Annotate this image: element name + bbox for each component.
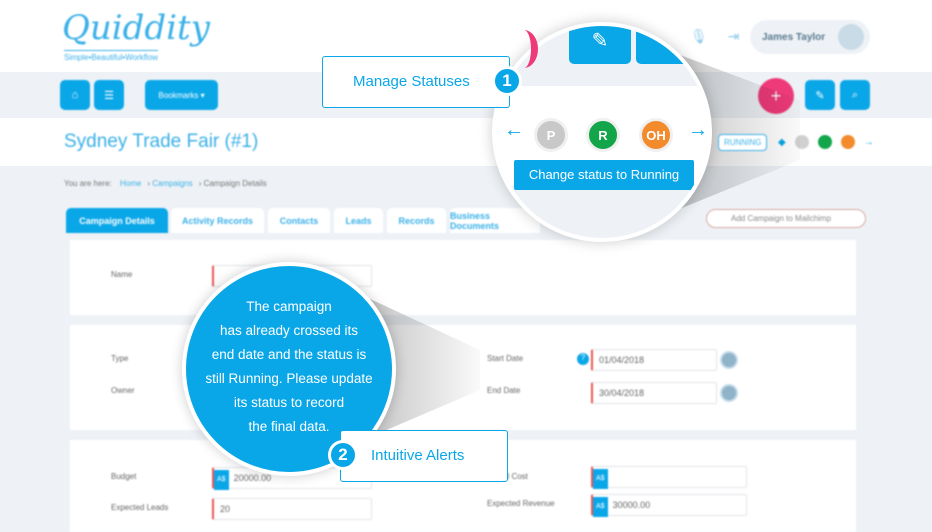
- alert-line: end date and the status is: [211, 347, 367, 362]
- callout-intuitive-alerts: Intuitive Alerts: [340, 430, 508, 482]
- search-button-zoomed[interactable]: [636, 26, 698, 64]
- status-badge: RUNNING: [718, 134, 768, 151]
- callout-manage-statuses: Manage Statuses: [322, 56, 510, 108]
- status-oh[interactable]: OH: [639, 118, 673, 152]
- alert-line: still Running. Please update: [205, 371, 373, 386]
- prev-status-icon[interactable]: ←: [504, 119, 524, 142]
- alert-line: its status to record: [233, 395, 345, 410]
- edit-button-zoomed[interactable]: ✎: [569, 26, 631, 64]
- pink-arc: [510, 30, 538, 68]
- alert-line: the final data.: [248, 419, 330, 434]
- callout-number-1: 1: [492, 66, 522, 96]
- alert-line: has already crossed its: [219, 323, 359, 338]
- callout-number-2: 2: [328, 440, 358, 470]
- next-status-icon[interactable]: →: [688, 119, 708, 142]
- alert-line: The campaign: [246, 299, 332, 314]
- status-p[interactable]: P: [534, 118, 568, 152]
- status-r[interactable]: R: [586, 118, 620, 152]
- tooltip: Change status to Running: [514, 160, 694, 190]
